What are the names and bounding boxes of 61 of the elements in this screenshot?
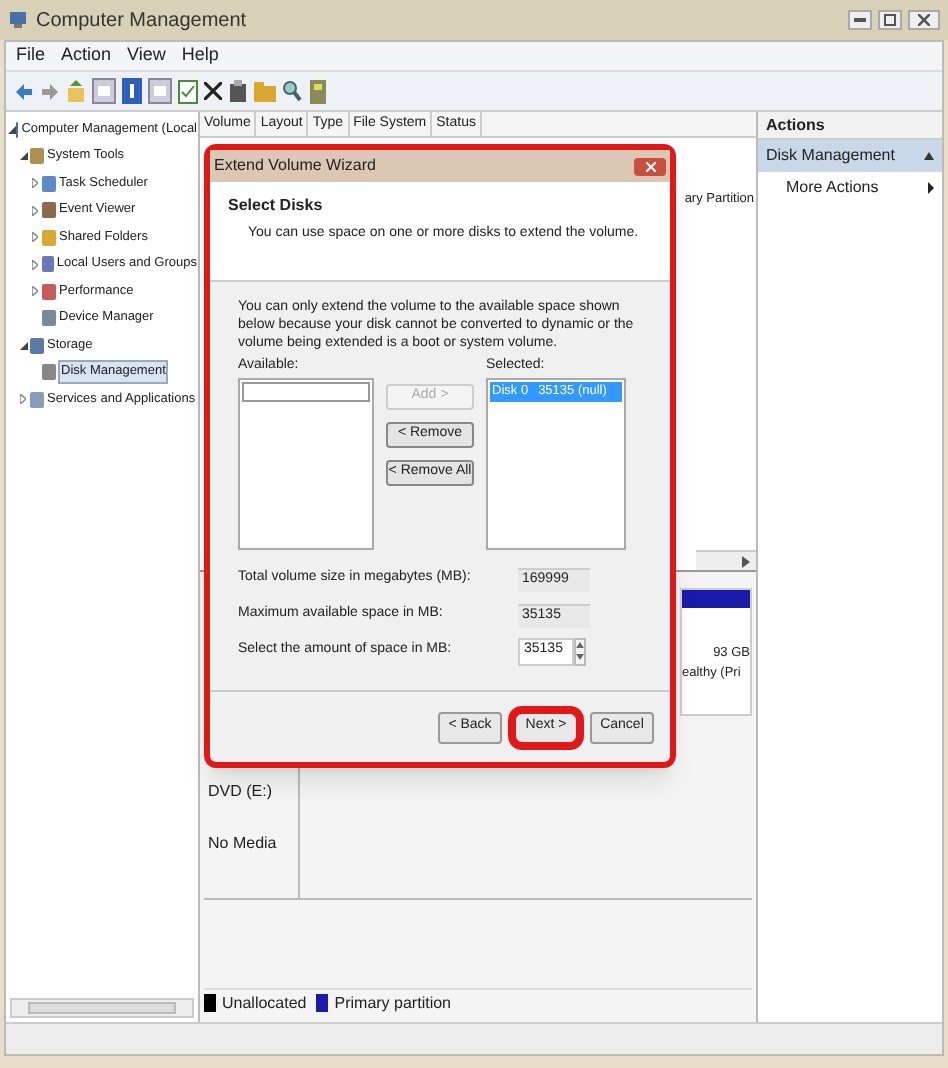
maximize-icon bbox=[884, 14, 896, 26]
menu-item[interactable]: Help bbox=[179, 42, 221, 70]
action-label: Disk Management bbox=[766, 144, 895, 168]
window-title: Computer Management bbox=[36, 7, 247, 35]
help-icon[interactable] bbox=[122, 78, 142, 104]
spinner-arrows-icon[interactable] bbox=[574, 637, 586, 665]
checklist-icon[interactable] bbox=[178, 79, 198, 103]
expanded-arrow-icon[interactable] bbox=[20, 152, 30, 161]
console-icon[interactable] bbox=[148, 78, 172, 104]
available-list[interactable] bbox=[238, 377, 374, 549]
back-icon[interactable] bbox=[14, 81, 34, 101]
console-icon[interactable] bbox=[92, 78, 116, 104]
minimize-button[interactable] bbox=[848, 10, 872, 30]
submenu-arrow-icon bbox=[928, 182, 934, 194]
dialog-title: Extend Volume Wizard bbox=[214, 154, 376, 178]
node-icon bbox=[42, 229, 56, 246]
panel-title: Actions bbox=[758, 112, 942, 140]
scroll-right-icon[interactable] bbox=[742, 555, 750, 567]
collapse-icon bbox=[924, 152, 934, 160]
search-icon[interactable] bbox=[282, 80, 302, 102]
action-item[interactable]: More Actions bbox=[758, 172, 942, 204]
computer-icon bbox=[8, 10, 28, 30]
node-icon bbox=[42, 310, 56, 327]
close-icon bbox=[918, 14, 930, 26]
menu-item[interactable]: Action bbox=[59, 42, 114, 70]
close-button[interactable] bbox=[908, 10, 940, 30]
collapsed-arrow-icon[interactable] bbox=[32, 232, 42, 243]
node-icon bbox=[41, 256, 54, 273]
node-icon bbox=[42, 175, 56, 192]
collapsed-arrow-icon[interactable] bbox=[32, 178, 42, 189]
expanded-arrow-icon[interactable] bbox=[8, 125, 16, 134]
collapsed-arrow-icon[interactable] bbox=[32, 286, 42, 297]
node-icon bbox=[42, 364, 56, 381]
wizard-heading: Select Disks bbox=[228, 194, 325, 218]
disk-label: DVD (E:) bbox=[208, 780, 274, 804]
collapsed-arrow-icon[interactable] bbox=[20, 394, 30, 405]
action-header[interactable]: Disk Management bbox=[758, 140, 942, 172]
expanded-arrow-icon[interactable] bbox=[20, 341, 30, 350]
action-label: More Actions bbox=[786, 176, 879, 200]
horizontal-scrollbar[interactable] bbox=[10, 998, 194, 1018]
node-icon bbox=[30, 391, 44, 408]
node-icon bbox=[30, 148, 44, 165]
node-icon bbox=[42, 202, 56, 219]
up-folder-icon[interactable] bbox=[66, 79, 86, 103]
legend-label: Primary partition bbox=[334, 991, 451, 1015]
delete-icon[interactable] bbox=[204, 82, 222, 100]
close-button[interactable] bbox=[634, 157, 666, 175]
properties-icon[interactable] bbox=[228, 80, 248, 102]
disk-status: No Media bbox=[208, 832, 279, 856]
collapsed-arrow-icon[interactable] bbox=[32, 205, 42, 216]
close-icon bbox=[645, 161, 655, 171]
menu-item[interactable]: View bbox=[125, 42, 168, 70]
minimize-icon bbox=[854, 18, 866, 22]
collapsed-arrow-icon[interactable] bbox=[32, 259, 42, 270]
maximize-button[interactable] bbox=[878, 10, 902, 30]
legend-label: Unallocated bbox=[222, 991, 307, 1015]
node-icon bbox=[42, 283, 56, 300]
node-icon bbox=[30, 337, 44, 354]
horizontal-scrollbar[interactable] bbox=[696, 550, 756, 570]
forward-icon[interactable] bbox=[40, 81, 60, 101]
menu-item[interactable]: File bbox=[14, 42, 48, 70]
